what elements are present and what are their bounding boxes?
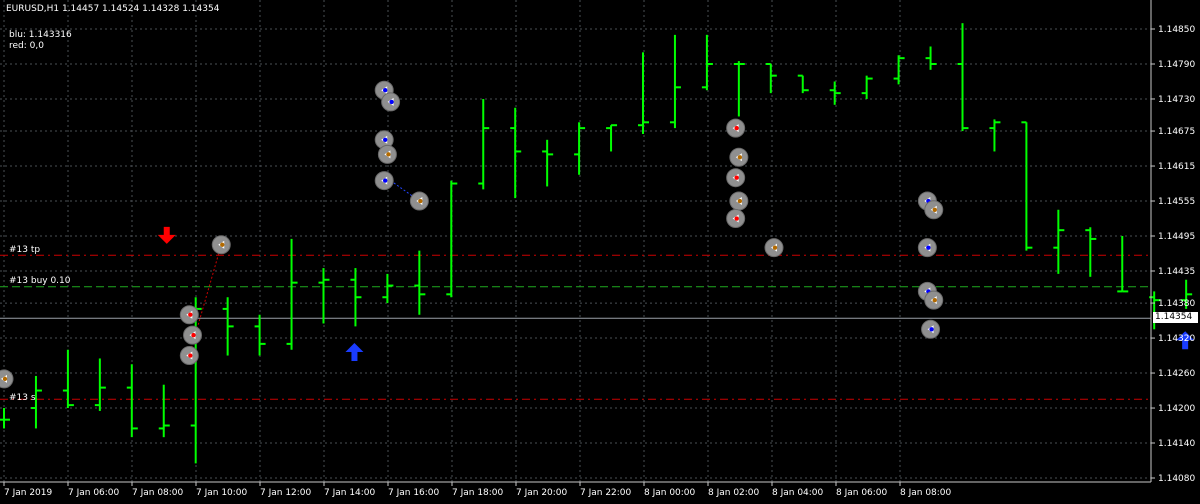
trade-marker-dot (929, 327, 934, 332)
price-tick-label: 1.14080 (1158, 474, 1195, 484)
time-tick-label: 7 Jan 08:00 (132, 488, 184, 498)
price-tick-label: 1.14495 (1158, 232, 1195, 242)
trade-marker-dot (737, 198, 743, 204)
trade-marker-dot (734, 175, 739, 180)
trade-marker-dot (737, 155, 743, 160)
price-tick-label: 1.14850 (1158, 25, 1195, 35)
time-tick-label: 8 Jan 02:00 (708, 488, 760, 498)
trade-marker-dot (734, 216, 739, 221)
trade-marker-dot (734, 125, 739, 131)
trade-marker-icon (409, 191, 429, 211)
indicator-red-value: red: 0,0 (9, 41, 44, 51)
trade-marker-dot (386, 152, 391, 157)
time-tick-label: 7 Jan 22:00 (580, 488, 632, 498)
sl-level-label[interactable]: #13 s (9, 393, 36, 403)
trade-marker-icon (381, 92, 401, 112)
price-tick-label: 1.14320 (1158, 334, 1195, 344)
chart-canvas[interactable]: 1.14850 1.14790 1.14730 1.14675 1.14615 1.145… (0, 0, 1200, 500)
trade-marker-icon (924, 200, 944, 220)
trade-marker-icon (377, 144, 397, 164)
trade-marker-dot (383, 137, 388, 142)
trade-marker-icon (211, 235, 231, 255)
time-tick-label: 8 Jan 06:00 (836, 488, 888, 498)
time-tick-label: 7 Jan 06:00 (68, 488, 120, 498)
trade-marker-icon (924, 290, 944, 310)
time-tick-label: 7 Jan 20:00 (516, 488, 568, 498)
symbol-info: EURUSD,H1 1.14457 1.14524 1.14328 1.1435… (6, 4, 220, 14)
price-tick-label: 1.14435 (1158, 267, 1195, 277)
price-tick-label: 1.14790 (1158, 60, 1195, 70)
trade-marker-icon (0, 369, 14, 389)
trade-marker-icon (726, 118, 746, 138)
price-tick-label: 1.14140 (1158, 439, 1195, 449)
time-tick-label: 8 Jan 00:00 (644, 488, 696, 498)
trade-marker-dot (389, 99, 394, 105)
trade-marker-dot (191, 332, 196, 338)
trade-marker-icon (726, 209, 746, 229)
time-tick-label: 7 Jan 14:00 (324, 488, 376, 498)
trade-marker-dot (772, 245, 778, 250)
trade-marker-icon (729, 147, 749, 167)
trade-marker-icon (917, 238, 937, 258)
trade-marker-icon (179, 305, 199, 325)
tp-level-label[interactable]: #13 tp (9, 245, 40, 255)
trade-marker-icon (921, 319, 941, 339)
price-chart[interactable]: 1.14850 1.14790 1.14730 1.14675 1.14615 1.145… (0, 0, 1200, 500)
trade-marker-icon (179, 346, 199, 366)
price-tick-label: 1.14675 (1158, 127, 1195, 137)
price-tick-label: 1.14260 (1158, 369, 1195, 379)
trade-marker-icon (764, 238, 784, 258)
price-tick-label: 1.14200 (1158, 404, 1195, 414)
price-tick-label: 1.14555 (1158, 197, 1195, 207)
price-tick-label: 1.14380 (1158, 299, 1195, 309)
time-tick-label: 7 Jan 2019 (4, 488, 52, 498)
current-price-tag: 1.14354 (1153, 312, 1198, 324)
trade-marker-dot (932, 297, 937, 303)
indicator-blu-value: blu: 1.143316 (9, 30, 72, 40)
trade-marker-icon (726, 168, 746, 188)
trade-marker-dot (188, 353, 193, 358)
trade-marker-dot (188, 312, 193, 317)
trade-marker-icon (374, 171, 394, 191)
trade-marker-dot (926, 245, 931, 250)
trade-marker-dot (932, 207, 937, 212)
price-tick-label: 1.14730 (1158, 95, 1195, 105)
trade-marker-dot (220, 242, 225, 247)
time-tick-label: 7 Jan 18:00 (452, 488, 504, 498)
trade-marker-dot (383, 88, 388, 93)
time-tick-label: 8 Jan 04:00 (772, 488, 824, 498)
time-tick-label: 8 Jan 08:00 (900, 488, 952, 498)
price-tick-label: 1.14615 (1158, 162, 1195, 172)
buy-level-label[interactable]: #13 buy 0.10 (9, 276, 71, 286)
trade-marker-dot (2, 376, 8, 382)
time-tick-label: 7 Jan 12:00 (260, 488, 312, 498)
trade-marker-dot (383, 178, 388, 183)
time-tick-label: 7 Jan 16:00 (388, 488, 440, 498)
time-tick-label: 7 Jan 10:00 (196, 488, 248, 498)
trade-marker-icon (729, 191, 749, 211)
trade-marker-dot (418, 198, 423, 204)
trade-marker-icon (183, 325, 203, 345)
